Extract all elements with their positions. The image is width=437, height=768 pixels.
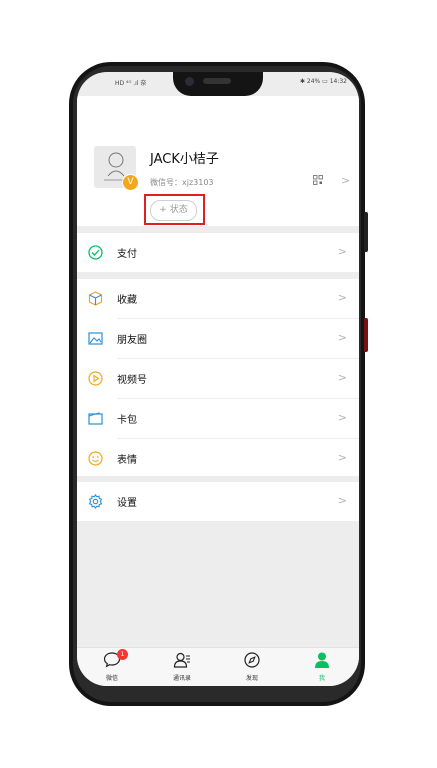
highlight-box	[144, 194, 205, 225]
nickname: JACK小桔子	[150, 152, 219, 167]
menu-item-label: 设置	[117, 498, 137, 509]
verified-badge-icon: V	[122, 174, 139, 191]
profile-header[interactable]: V JACK小桔子 微信号：xjz3103 >	[77, 96, 359, 226]
menu-item-favorites[interactable]: 收藏 >	[77, 279, 359, 318]
chevron-right-icon: >	[337, 494, 347, 507]
gear-icon	[88, 494, 103, 509]
compass-icon	[244, 652, 260, 668]
volume-button	[364, 212, 368, 252]
chevron-right-icon: >	[337, 331, 347, 344]
screen: V JACK小桔子 微信号：xjz3103 > + 状态 支付 > 收藏 > 朋…	[77, 72, 359, 686]
settings-section: 设置 >	[77, 482, 359, 521]
tab-label: 微信	[105, 675, 118, 682]
features-section: 收藏 > 朋友圈 > 视频号 > 卡包 > 表情 >	[77, 279, 359, 476]
chevron-right-icon: >	[337, 245, 347, 258]
tab-label: 发现	[245, 675, 258, 682]
menu-item-stickers[interactable]: 表情 >	[77, 439, 359, 478]
chevron-right-icon: >	[337, 291, 347, 304]
menu-item-label: 收藏	[117, 295, 137, 306]
power-button	[364, 318, 368, 352]
chevron-right-icon: >	[337, 451, 347, 464]
wechat-id: 微信号：xjz3103	[150, 178, 214, 187]
menu-item-label: 卡包	[117, 415, 137, 426]
menu-item-pay[interactable]: 支付 >	[77, 233, 359, 272]
tab-label: 通讯录	[172, 675, 191, 682]
chevron-right-icon: >	[337, 411, 347, 424]
menu-item-label: 视频号	[117, 375, 147, 386]
pay-icon	[88, 245, 103, 260]
moments-picture-icon	[88, 332, 103, 345]
tab-contacts[interactable]: 通讯录	[147, 648, 217, 686]
bottom-tab-bar: 1 微信 通讯录 发现 我	[77, 647, 359, 686]
menu-item-label: 朋友圈	[117, 335, 147, 346]
unread-badge: 1	[117, 649, 128, 660]
chevron-right-icon: >	[341, 174, 351, 187]
wallet-card-icon	[88, 412, 103, 425]
status-bar-time: ✱ 24% ▭ 14:32	[299, 78, 347, 85]
menu-item-moments[interactable]: 朋友圈 >	[77, 319, 359, 358]
favorites-cube-icon	[88, 291, 103, 306]
menu-item-cards[interactable]: 卡包 >	[77, 399, 359, 438]
pay-section: 支付 >	[77, 233, 359, 272]
smiley-face-icon	[88, 451, 103, 466]
menu-item-channels[interactable]: 视频号 >	[77, 359, 359, 398]
menu-item-label: 支付	[117, 249, 137, 260]
me-person-icon	[315, 652, 329, 668]
menu-item-settings[interactable]: 设置 >	[77, 482, 359, 521]
tab-label: 我	[318, 675, 325, 682]
tab-discover[interactable]: 发现	[217, 648, 287, 686]
contacts-person-icon	[173, 652, 190, 668]
menu-item-label: 表情	[117, 455, 137, 466]
status-bar-signal: HD ⁴ᴳ .ıl 奈	[115, 80, 147, 87]
tab-me[interactable]: 我	[287, 648, 357, 686]
qr-code-icon[interactable]	[313, 175, 323, 185]
channels-play-icon	[88, 371, 103, 386]
earpiece-speaker	[203, 78, 231, 84]
chevron-right-icon: >	[337, 371, 347, 384]
front-camera	[185, 77, 194, 86]
tab-chats[interactable]: 1 微信	[77, 648, 147, 686]
